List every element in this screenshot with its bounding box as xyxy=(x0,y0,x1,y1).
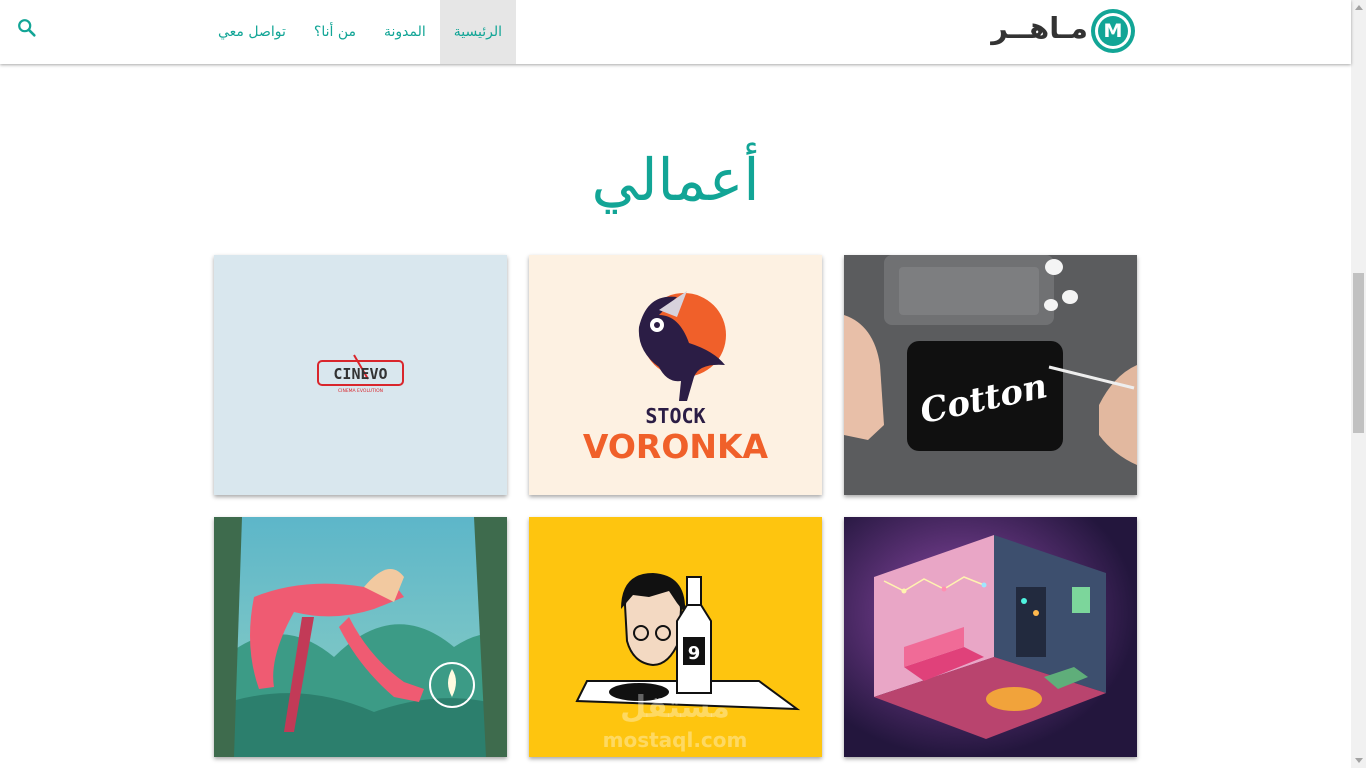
nav-link-about[interactable]: من أنا؟ xyxy=(300,0,370,64)
isometric-room-image xyxy=(844,517,1137,757)
top-navbar: تواصل معي من أنا؟ المدونة الرئيسية مـاهـ… xyxy=(0,0,1351,64)
watermark-text: مستقل xyxy=(620,690,730,725)
scroll-down-arrow-icon[interactable] xyxy=(1355,758,1363,763)
search-icon[interactable] xyxy=(16,17,38,39)
watermark-url: mostaql.com xyxy=(603,728,748,752)
logo-letter: M xyxy=(1098,16,1128,46)
stock-voronka-logo-image: STOCK VORONKA xyxy=(529,255,822,495)
nav-link-contact[interactable]: تواصل معي xyxy=(204,0,300,64)
portfolio-card-bottle-illustration[interactable]: 9 مستقل mostaql.com xyxy=(529,517,822,757)
nav-links: تواصل معي من أنا؟ المدونة الرئيسية xyxy=(204,0,516,64)
nav-link-home[interactable]: الرئيسية xyxy=(439,0,516,64)
cinevo-logo-image: CINEVO CINEMA EVOLUTION xyxy=(214,255,507,495)
cotton-tablet-photo: Cotton xyxy=(844,255,1137,495)
stock-voronka-line2: VORONKA xyxy=(583,427,769,466)
logo-badge-ring: M xyxy=(1095,13,1131,49)
portfolio-card-cinevo[interactable]: CINEVO CINEMA EVOLUTION xyxy=(214,255,507,495)
section-title: أعمالي xyxy=(591,146,760,214)
nav-link-blog[interactable]: المدونة xyxy=(370,0,440,64)
portfolio-card-stock-voronka[interactable]: STOCK VORONKA xyxy=(529,255,822,495)
scroll-thumb[interactable] xyxy=(1353,273,1364,433)
logo-badge-icon: M xyxy=(1091,9,1135,53)
site-logo[interactable]: مـاهــر M xyxy=(988,6,1138,56)
bottle-illustration-image: 9 مستقل mostaql.com xyxy=(529,517,822,757)
portfolio-card-isometric-room[interactable] xyxy=(844,517,1137,757)
stock-voronka-line1: STOCK xyxy=(645,404,705,428)
logo-text: مـاهــر xyxy=(991,11,1089,45)
cinevo-logo-text: CINEVO xyxy=(333,365,387,383)
cinevo-tagline: CINEMA EVOLUTION xyxy=(338,388,383,394)
page-scrollbar[interactable] xyxy=(1351,0,1366,768)
scroll-up-arrow-icon[interactable] xyxy=(1355,5,1363,10)
portfolio-card-giant-illustration[interactable] xyxy=(214,517,507,757)
portfolio-card-cotton[interactable]: Cotton xyxy=(844,255,1137,495)
svg-text:9: 9 xyxy=(688,643,701,664)
giant-illustration-image xyxy=(214,517,507,757)
